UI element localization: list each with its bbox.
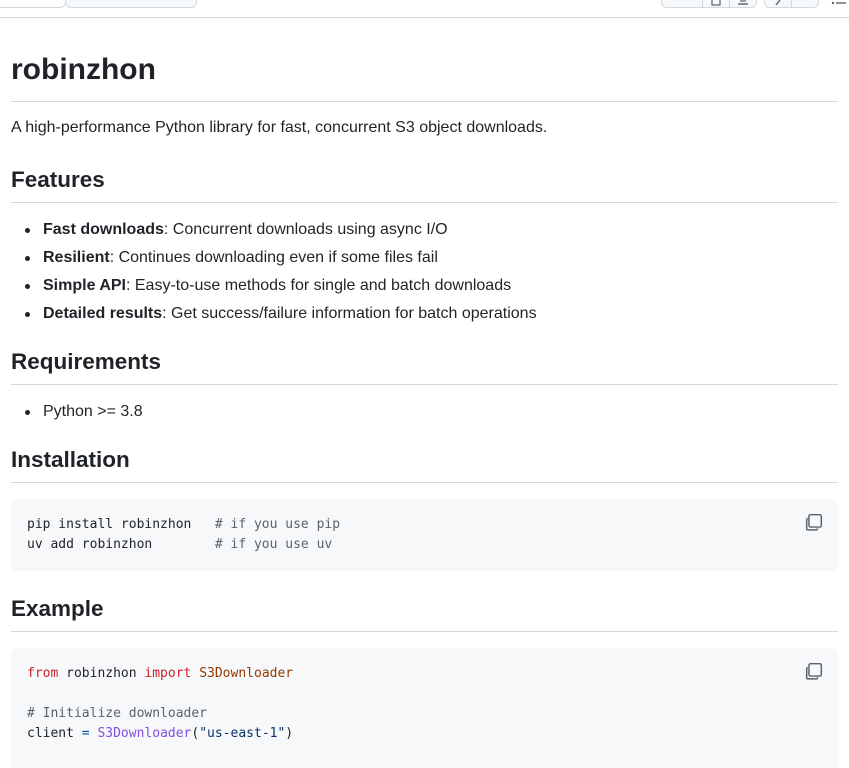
edit-dropdown-button[interactable] xyxy=(791,0,819,8)
pencil-icon xyxy=(775,0,781,6)
download-icon xyxy=(738,0,748,5)
example-code-block: from robinzhon import S3Downloader # Ini… xyxy=(11,648,838,768)
installation-heading: Installation xyxy=(11,446,838,483)
requirements-heading: Requirements xyxy=(11,348,838,385)
copy-icon xyxy=(711,0,721,6)
copy-icon[interactable] xyxy=(805,513,823,531)
install-code-block: pip install robinzhon # if you use pip u… xyxy=(11,498,838,571)
list-item: Resilient: Continues downloading even if… xyxy=(11,246,838,270)
copy-raw-button[interactable] xyxy=(702,0,730,8)
list-item: Simple API: Easy-to-use methods for sing… xyxy=(11,274,838,298)
intro-text: A high-performance Python library for fa… xyxy=(11,118,548,136)
features-list: Fast downloads: Concurrent downloads usi… xyxy=(11,218,838,326)
tab-preview[interactable] xyxy=(0,0,66,8)
list-item: Detailed results: Get success/failure in… xyxy=(11,302,838,326)
readme-body: robinzhon A high-performance Python libr… xyxy=(11,40,838,768)
list-item: Fast downloads: Concurrent downloads usi… xyxy=(11,218,838,242)
list-unordered-icon[interactable] xyxy=(831,0,847,6)
example-heading: Example xyxy=(11,595,838,632)
copy-icon[interactable] xyxy=(805,662,823,680)
tab-code[interactable] xyxy=(65,0,197,8)
list-item: Python >= 3.8 xyxy=(11,400,838,424)
file-toolbar xyxy=(0,0,849,18)
requirements-list: Python >= 3.8 xyxy=(11,400,838,424)
features-heading: Features xyxy=(11,166,838,203)
readme-title: robinzhon xyxy=(11,51,838,102)
raw-button[interactable] xyxy=(661,0,703,8)
edit-button[interactable] xyxy=(764,0,792,8)
download-button[interactable] xyxy=(729,0,757,8)
